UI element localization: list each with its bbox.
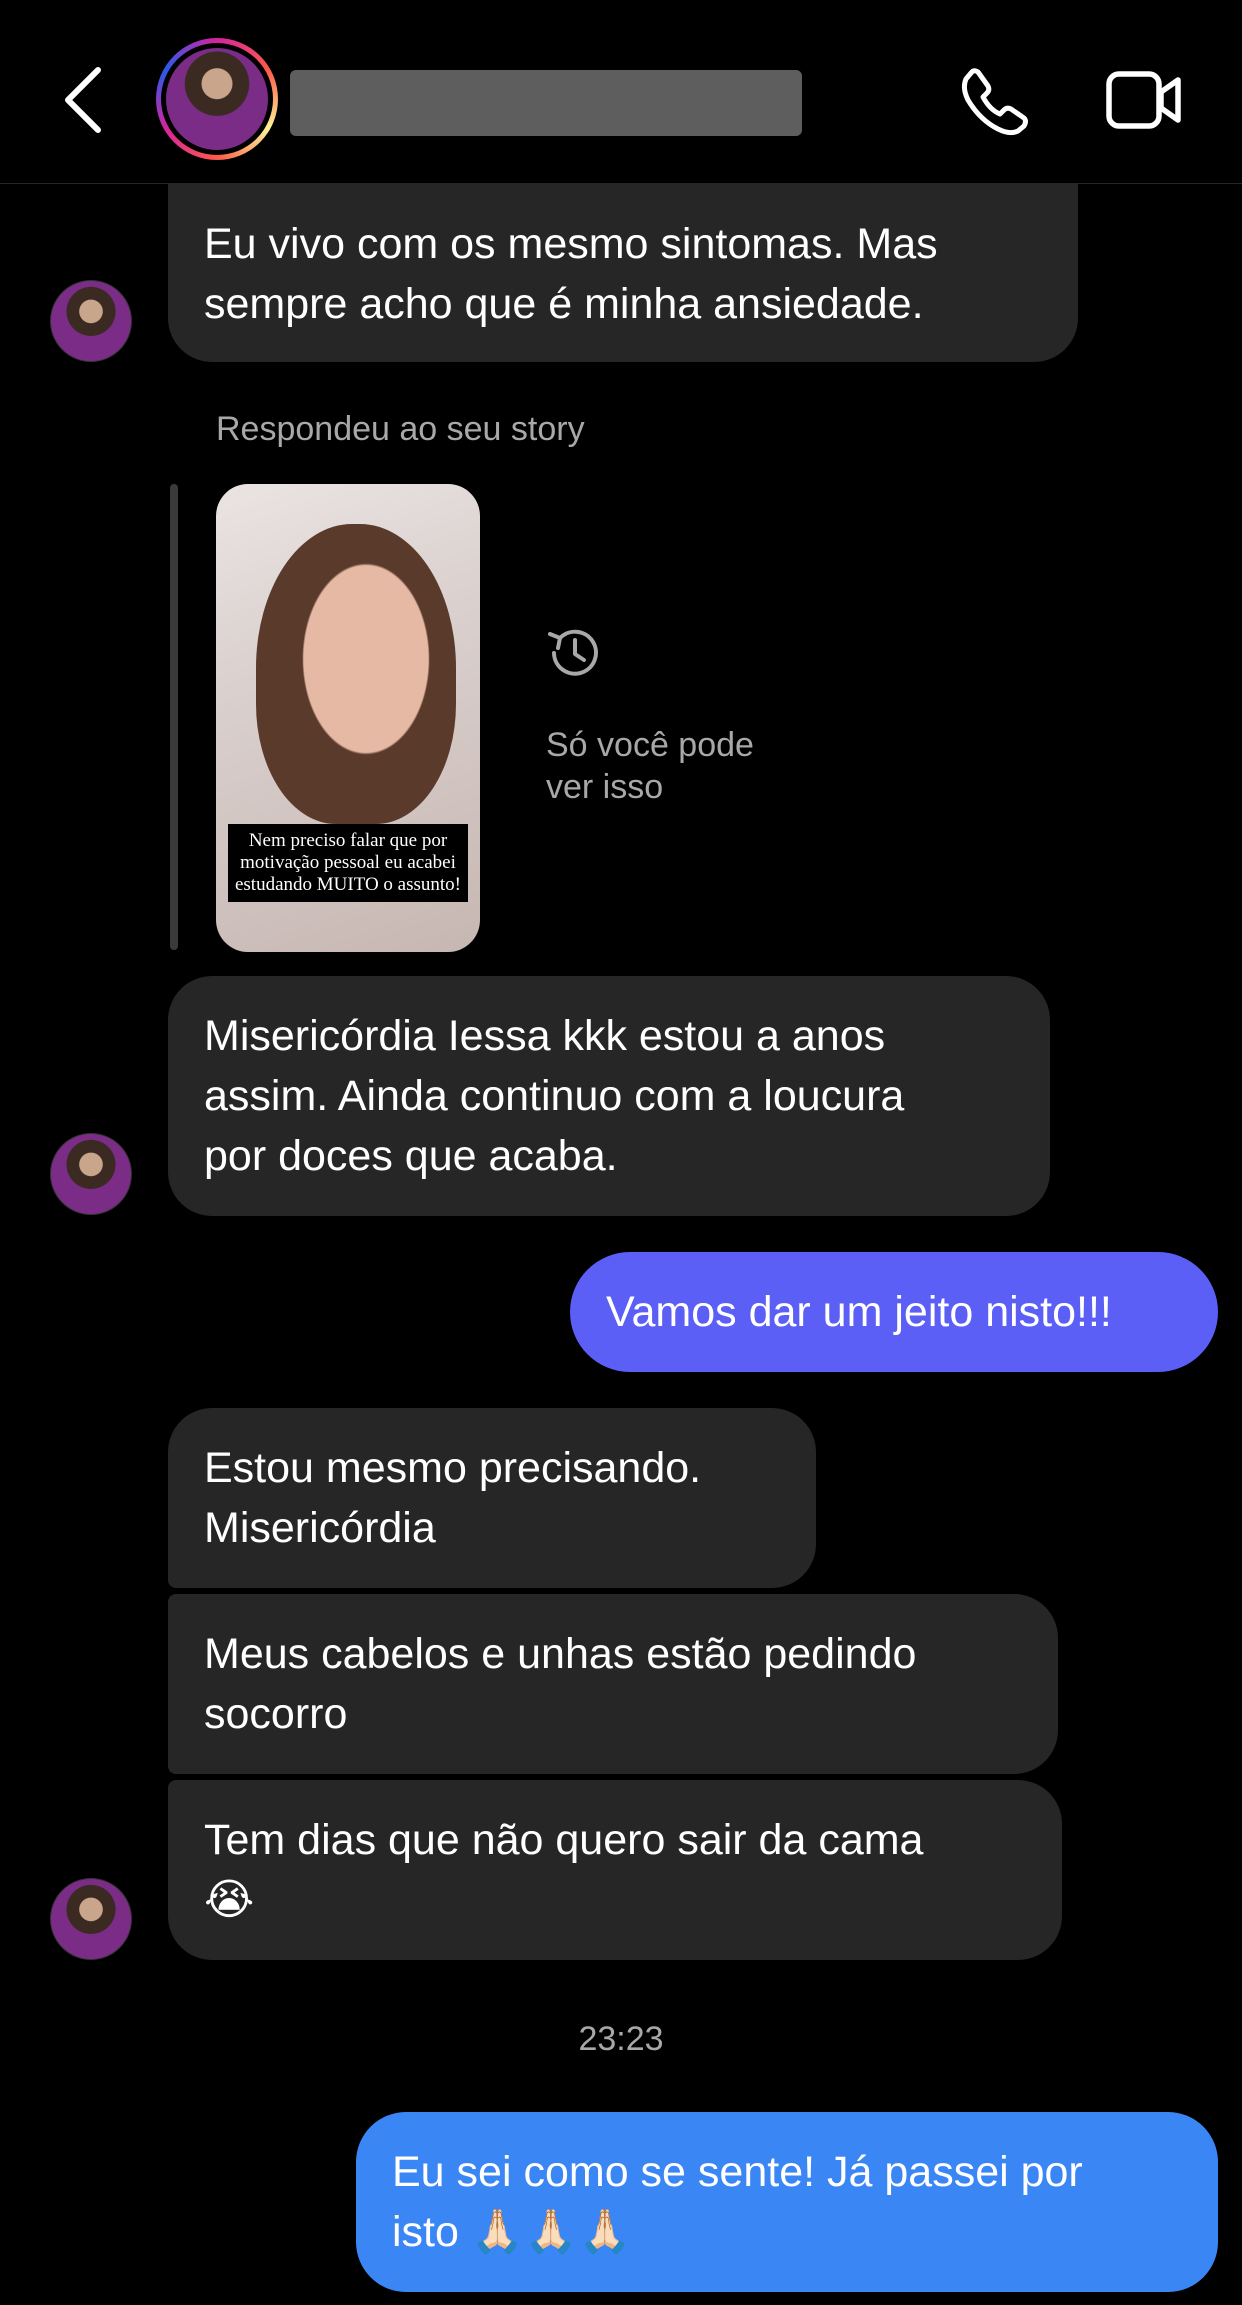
contact-name-redacted[interactable] [290, 70, 802, 136]
story-thumbnail[interactable]: Nem preciso falar que por motivação pess… [216, 484, 480, 952]
incoming-message[interactable]: Estou mesmo precisando. Misericórdia [168, 1408, 816, 1588]
story-overlay-text: Nem preciso falar que por motivação pess… [228, 824, 468, 902]
video-camera-icon[interactable] [1106, 70, 1182, 130]
chat-header [0, 0, 1242, 184]
sender-avatar[interactable] [50, 1133, 132, 1215]
sender-avatar[interactable] [50, 280, 132, 362]
sender-avatar[interactable] [50, 1878, 132, 1960]
contact-avatar[interactable] [156, 38, 278, 160]
phone-icon[interactable] [960, 66, 1030, 136]
incoming-message[interactable]: Tem dias que não quero sair da cama 😭 [168, 1780, 1062, 1960]
incoming-message[interactable]: Meus cabelos e unhas estão pedindo socor… [168, 1594, 1058, 1774]
story-image [256, 524, 456, 824]
incoming-message[interactable]: Eu vivo com os mesmo sintomas. Mas sempr… [168, 184, 1078, 362]
outgoing-message[interactable]: Vamos dar um jeito nisto!!! [570, 1252, 1218, 1372]
chevron-left-icon[interactable] [58, 64, 108, 136]
reply-quote-bar [170, 484, 178, 950]
history-icon [548, 629, 598, 676]
incoming-message[interactable]: Misericórdia Iessa kkk estou a anos assi… [168, 976, 1050, 1216]
visibility-note: Só você pode ver isso [546, 726, 754, 806]
message-timestamp: 23:23 [578, 2020, 664, 2058]
story-reply-caption: Respondeu ao seu story [216, 410, 585, 448]
outgoing-message[interactable]: Eu sei como se sente! Já passei por isto… [356, 2112, 1218, 2292]
